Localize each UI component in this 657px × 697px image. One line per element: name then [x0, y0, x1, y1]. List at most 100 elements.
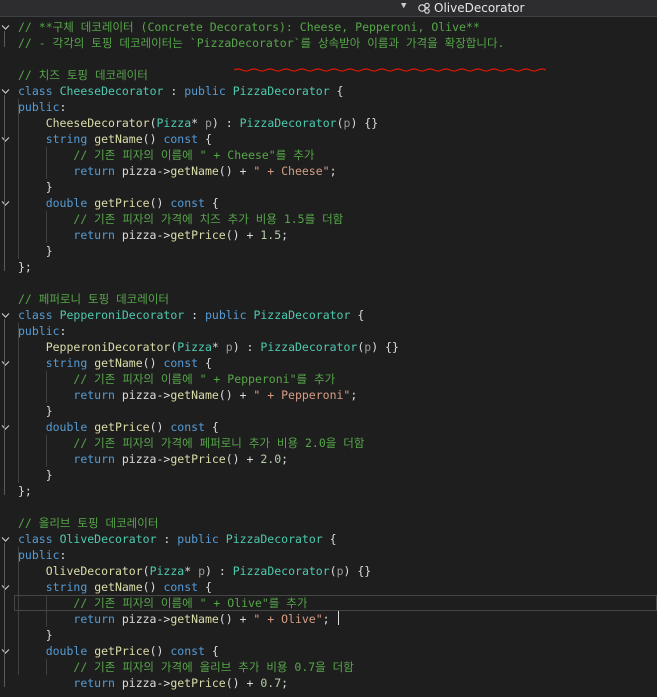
code-token: // **구체 데코레이터 (Concrete Decorators): Che… [18, 20, 480, 34]
code-token: 2.0 [260, 452, 282, 466]
code-token: }; [18, 260, 32, 274]
code-token: p [204, 116, 212, 130]
fold-chevron-icon[interactable] [1, 23, 10, 32]
code-token: return [73, 388, 115, 402]
code-token: p [198, 564, 205, 578]
code-line[interactable]: return pizza->getPrice() + 1.5; [0, 227, 657, 243]
code-token: ; [281, 676, 289, 690]
code-line[interactable]: // 올리브 토핑 데코레이터 [0, 515, 657, 531]
code-line[interactable]: double getPrice() const { [0, 643, 657, 659]
code-text: } [18, 627, 53, 643]
code-token: ( [336, 116, 344, 130]
code-line[interactable] [0, 275, 657, 291]
code-token: * [184, 564, 199, 578]
code-text: } [18, 243, 53, 259]
code-line[interactable]: double getPrice() const { [0, 195, 657, 211]
code-line[interactable]: CheeseDecorator(Pizza* p) : PizzaDecorat… [0, 115, 657, 131]
navigation-bar: ▼ OliveDecorator [0, 0, 657, 17]
code-line[interactable]: // **구체 데코레이터 (Concrete Decorators): Che… [0, 19, 657, 35]
code-line[interactable]: // 페퍼로니 토핑 데코레이터 [0, 291, 657, 307]
code-line[interactable]: return pizza->getName() + " + Olive"; [0, 611, 657, 627]
code-line[interactable]: return pizza->getPrice() + 2.0; [0, 451, 657, 467]
code-token: ( [142, 564, 150, 578]
code-line[interactable]: return pizza->getName() + " + Pepperoni"… [0, 387, 657, 403]
code-token: { [329, 84, 344, 98]
code-text: // **구체 데코레이터 (Concrete Decorators): Che… [18, 19, 480, 35]
code-line[interactable]: double getPrice() const { [0, 419, 657, 435]
code-line[interactable]: } [0, 243, 657, 259]
code-token: ( [329, 564, 337, 578]
code-token: PizzaDecorator [225, 532, 323, 546]
code-line[interactable]: public: [0, 547, 657, 563]
code-line[interactable]: string getName() const { [0, 355, 657, 371]
code-line[interactable]: return pizza->getPrice() + 0.7; [0, 675, 657, 691]
code-text: double getPrice() const { [18, 419, 219, 435]
code-token: pizza-> [114, 228, 171, 242]
code-line[interactable]: string getName() const { [0, 131, 657, 147]
code-line[interactable]: }; [0, 483, 657, 499]
code-line[interactable]: // 기존 피자의 가격에 페퍼로니 추가 비용 2.0을 더함 [0, 435, 657, 451]
code-line[interactable]: // 기존 피자의 이름에 " + Cheese"를 추가 [0, 147, 657, 163]
code-token: getPrice [94, 644, 150, 658]
fold-chevron-icon[interactable] [1, 535, 10, 544]
fold-chevron-icon[interactable] [1, 135, 10, 144]
code-text: // 기존 피자의 가격에 올리브 추가 비용 0.7을 더함 [18, 659, 353, 675]
code-line[interactable]: }; [0, 259, 657, 275]
code-token: () [142, 132, 164, 146]
code-line[interactable]: public: [0, 323, 657, 339]
member-dropdown[interactable]: OliveDecorator [434, 0, 524, 16]
indent-guide [46, 659, 47, 675]
code-token: pizza-> [114, 388, 171, 402]
code-line[interactable]: OliveDecorator(Pizza* p) : PizzaDecorato… [0, 563, 657, 579]
code-line[interactable]: } [0, 179, 657, 195]
code-line[interactable]: class PepperoniDecorator : public PizzaD… [0, 307, 657, 323]
fold-chevron-icon[interactable] [1, 647, 10, 656]
code-line[interactable]: // 기존 피자의 가격에 치즈 추가 비용 1.5를 더함 [0, 211, 657, 227]
fold-chevron-icon[interactable] [1, 423, 10, 432]
fold-chevron-icon[interactable] [1, 583, 10, 592]
code-token: // 치즈 토핑 데코레이터 [18, 68, 148, 82]
fold-chevron-icon[interactable] [1, 311, 10, 320]
fold-chevron-icon[interactable] [1, 87, 10, 96]
code-line[interactable]: // 기존 피자의 가격에 올리브 추가 비용 0.7을 더함 [0, 659, 657, 675]
code-line[interactable]: } [0, 403, 657, 419]
chevron-down-icon[interactable]: ▼ [401, 1, 406, 11]
code-line[interactable] [0, 51, 657, 67]
code-token: () [149, 420, 171, 434]
code-token: } [18, 180, 53, 194]
code-token: PizzaDecorator [239, 116, 337, 130]
code-text: // 기존 피자의 가격에 페퍼로니 추가 비용 2.0을 더함 [18, 435, 364, 451]
indent-guide [18, 547, 19, 675]
code-line[interactable]: class OliveDecorator : public PizzaDecor… [0, 531, 657, 547]
code-token: // - 각각의 토핑 데코레이터는 `PizzaDecorator`를 상속받… [18, 36, 505, 50]
code-line[interactable]: } [0, 467, 657, 483]
code-line[interactable]: string getName() const { [0, 579, 657, 595]
code-line[interactable] [0, 499, 657, 515]
fold-chevron-icon[interactable] [1, 199, 10, 208]
code-text: class CheeseDecorator : public PizzaDeco… [18, 83, 343, 99]
code-token: PizzaDecorator [232, 84, 330, 98]
code-token: { [204, 420, 219, 434]
code-line[interactable]: // 기존 피자의 이름에 " + Pepperoni"를 추가 [0, 371, 657, 387]
code-token: getName [170, 164, 219, 178]
code-text: } [18, 179, 53, 195]
code-line[interactable]: public: [0, 99, 657, 115]
code-token: ; [281, 228, 289, 242]
code-line[interactable]: class CheeseDecorator : public PizzaDeco… [0, 83, 657, 99]
code-line[interactable]: // - 각각의 토핑 데코레이터는 `PizzaDecorator`를 상속받… [0, 35, 657, 51]
code-token: PepperoniDecorator [45, 340, 171, 354]
code-line[interactable]: return pizza->getName() + " + Cheese"; [0, 163, 657, 179]
code-token: class [18, 308, 53, 322]
code-token: getPrice [94, 196, 150, 210]
code-token: public [18, 100, 60, 114]
code-line[interactable]: PepperoniDecorator(Pizza* p) : PizzaDeco… [0, 339, 657, 355]
code-token: string [45, 132, 88, 146]
code-line[interactable]: } [0, 627, 657, 643]
fold-chevron-icon[interactable] [1, 359, 10, 368]
code-editor[interactable]: return pizza->getPrice() + 0.7; // 기존 피자… [0, 16, 657, 697]
